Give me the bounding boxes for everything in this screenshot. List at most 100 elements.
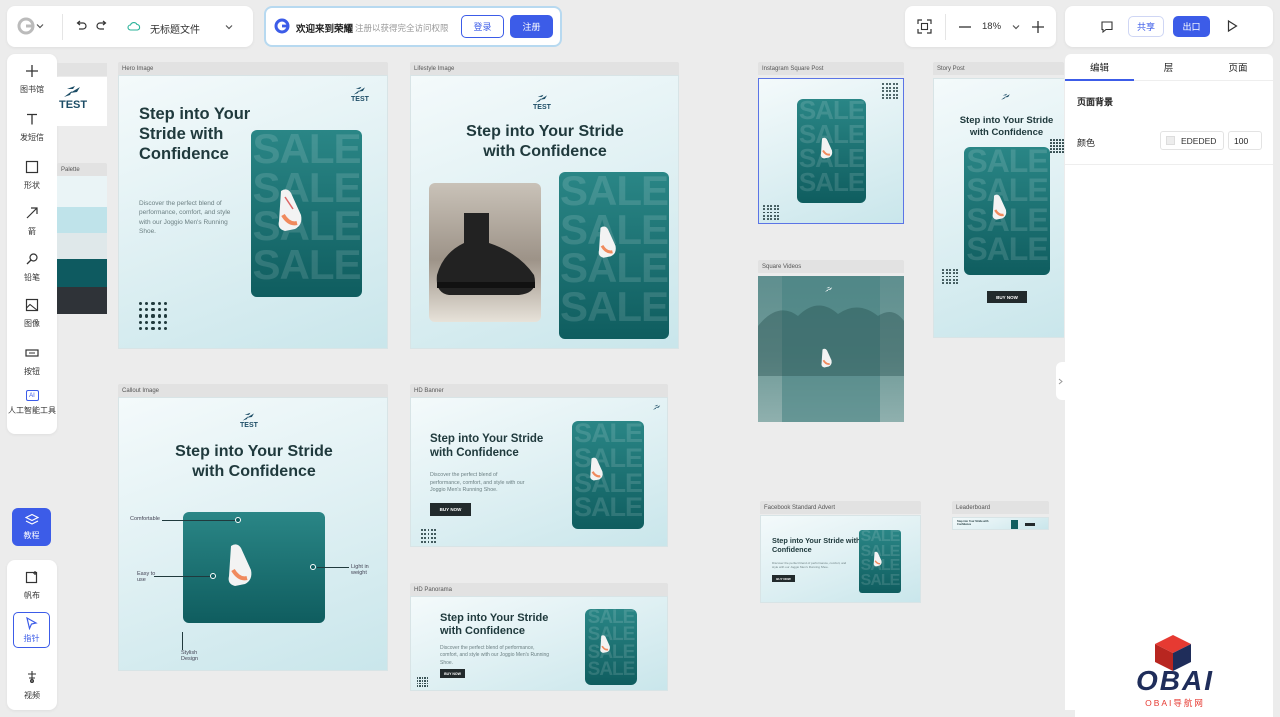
video-icon: [23, 668, 41, 686]
tool-pointer[interactable]: 指针: [13, 612, 50, 648]
properties-panel: 编辑 层 页面 页面背景 颜色 EDEDED 100: [1065, 54, 1273, 710]
tool-text[interactable]: 发短信: [7, 110, 57, 143]
image-icon: [23, 296, 41, 314]
sale-card: SALE SALE SALE SALE: [585, 609, 637, 685]
tool-canvas[interactable]: 帆布: [7, 568, 57, 601]
tool-image[interactable]: 图像: [7, 296, 57, 329]
lifestyle-headline: Step into Your Stride with Confidence: [466, 123, 624, 160]
watermark-sub: OBAI导航网: [1145, 698, 1205, 708]
tool-button[interactable]: 按钮: [7, 344, 57, 377]
sale-card: SALE SALE SALE SALE: [251, 130, 362, 297]
callout-label-1: Comfortable: [130, 516, 160, 522]
hd-banner-buy-button[interactable]: BUY NOW: [430, 503, 471, 516]
undo-icon[interactable]: [74, 19, 88, 33]
callout-headline: Step into Your Stride with Confidence: [175, 443, 333, 480]
dot-grid: [421, 529, 436, 543]
divider: [945, 14, 946, 40]
shoe-icon: [278, 189, 302, 231]
frame-hd-panorama[interactable]: Step into Your Stride with Confidence Di…: [410, 596, 668, 691]
hero-subtext: Discover the perfect blend of performanc…: [139, 200, 231, 236]
frame-label-insta: Instagram Square Post: [758, 62, 904, 75]
zoom-in-icon[interactable]: [1031, 20, 1045, 34]
zoom-out-icon[interactable]: [958, 20, 972, 34]
tool-label: 按钮: [24, 367, 40, 376]
frame-callout[interactable]: TEST Step into Your Stride with Confiden…: [118, 397, 388, 671]
test-logo: [1000, 93, 1012, 101]
opacity-field[interactable]: 100: [1228, 131, 1262, 150]
register-button[interactable]: 注册: [510, 15, 553, 38]
comment-icon[interactable]: [1100, 20, 1114, 34]
tab-pages[interactable]: 页面: [1203, 54, 1273, 81]
palette-swatch: [57, 233, 107, 259]
dot-grid: [1050, 139, 1064, 153]
app-logo-icon: [17, 17, 35, 35]
lifestyle-photo: [429, 183, 541, 322]
tab-layers[interactable]: 层: [1134, 54, 1203, 81]
shoe-icon: [228, 544, 252, 586]
tool-label: 帆布: [24, 591, 40, 600]
frame-story[interactable]: Step into Your Stride with Confidence SA…: [933, 78, 1064, 338]
leaderboard-button: [1025, 523, 1035, 526]
tutorial-button[interactable]: 教程: [12, 508, 51, 546]
fit-screen-icon[interactable]: [917, 19, 932, 34]
frame-square-videos[interactable]: [758, 276, 904, 422]
tool-shape[interactable]: 形状: [7, 158, 57, 191]
frame-lifestyle[interactable]: TEST Step into Your Stride with Confiden…: [410, 75, 679, 349]
sneaker-photo-icon: [436, 213, 535, 295]
tool-arrow[interactable]: 箭: [7, 204, 57, 237]
shoe-icon: [598, 226, 616, 258]
frame-leaderboard[interactable]: Step into Your Stride with Confidence: [952, 517, 1049, 530]
story-buy-button[interactable]: BUY NOW: [987, 291, 1027, 303]
shoe-icon: [873, 551, 882, 567]
tool-ai[interactable]: AI 人工智能工具: [7, 390, 57, 416]
callout-card: [183, 512, 325, 623]
top-right-panel: 共享 出口: [1065, 6, 1273, 47]
facebook-headline: Step into Your Stride with Confidence: [772, 536, 861, 554]
facebook-buy-button[interactable]: BUY NOW: [772, 575, 795, 582]
story-headline: Step into Your Stride with Confidence: [959, 115, 1054, 138]
shoe-icon: [600, 635, 610, 653]
palette-frame[interactable]: [57, 176, 107, 314]
hd-banner-subtext: Discover the perfect blend of performanc…: [430, 472, 525, 494]
callout-line-3: [317, 567, 349, 568]
tool-library[interactable]: 图书馆: [7, 62, 57, 95]
tool-pencil[interactable]: 铅笔: [7, 250, 57, 283]
palette-swatch: [57, 207, 107, 233]
panel-collapse-handle[interactable]: [1056, 362, 1065, 400]
sale-text: SALE SALE SALE SALE: [573, 421, 643, 523]
redo-icon[interactable]: [95, 19, 109, 33]
share-button[interactable]: 共享: [1128, 16, 1164, 37]
play-icon[interactable]: [1225, 19, 1239, 33]
zoom-chevron-icon[interactable]: [1011, 22, 1021, 32]
tool-label: 图书馆: [20, 85, 44, 94]
hd-banner-headline: Step into Your Stride with Confidence: [430, 433, 544, 460]
file-menu-chevron-icon[interactable]: [224, 22, 234, 32]
frame-facebook[interactable]: Step into Your Stride with Confidence Di…: [760, 515, 921, 603]
color-field[interactable]: EDEDED: [1160, 131, 1224, 150]
panorama-buy-button[interactable]: BUY NOW: [440, 669, 465, 678]
frame-hero[interactable]: TEST Step into Your Stride with Confiden…: [118, 75, 388, 349]
app-menu-button[interactable]: [17, 17, 45, 35]
file-name[interactable]: 无标题文件: [150, 21, 200, 36]
bottom-left-toolbar: 帆布 指针 视频: [7, 560, 57, 710]
dot-grid: [942, 269, 958, 284]
tab-edit[interactable]: 编辑: [1065, 54, 1134, 81]
export-button[interactable]: 出口: [1173, 16, 1210, 37]
frame-insta[interactable]: SALE SALE SALE SALE: [758, 78, 904, 224]
logo-frame[interactable]: TEST: [57, 77, 107, 126]
plus-icon: [23, 62, 41, 80]
frame-hd-banner[interactable]: Step into Your Stride with Confidence Di…: [410, 397, 668, 547]
tool-video[interactable]: 视频: [7, 668, 57, 701]
panorama-headline: Step into Your Stride with Confidence: [440, 612, 549, 638]
shoe-icon: [821, 348, 832, 368]
login-button[interactable]: 登录: [461, 15, 504, 38]
cloud-icon: [127, 21, 141, 31]
tool-label: 形状: [24, 181, 40, 190]
callout-line-4: [182, 632, 183, 650]
divider: [1065, 164, 1273, 165]
text-icon: [23, 110, 41, 128]
shoe-icon: [992, 194, 1007, 220]
frame-label-leaderboard: Leaderboard: [952, 501, 1049, 514]
zoom-level[interactable]: 18%: [982, 21, 1001, 32]
leaderboard-headline: Step into Your Stride with Confidence: [957, 520, 989, 527]
